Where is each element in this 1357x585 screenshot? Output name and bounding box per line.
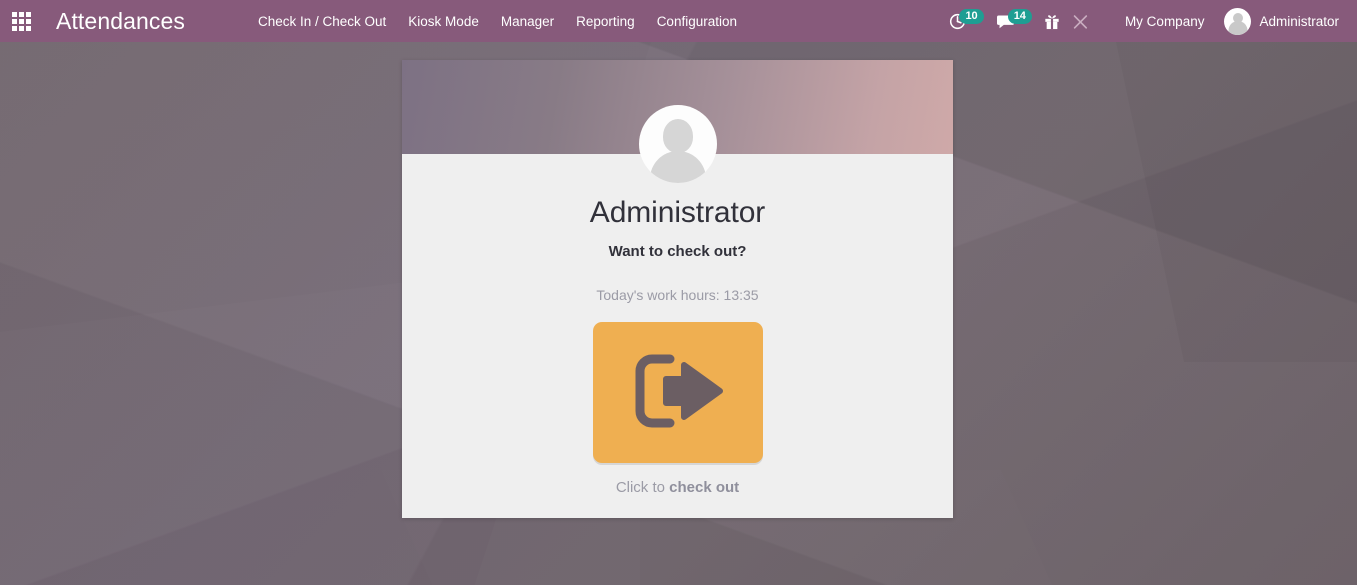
gift-icon bbox=[1044, 13, 1060, 30]
employee-name: Administrator bbox=[402, 196, 953, 229]
today-work-hours: Today's work hours: 13:35 bbox=[402, 287, 953, 303]
tools-icon bbox=[1072, 13, 1089, 30]
activities-count-badge: 10 bbox=[959, 9, 983, 24]
menu-check-in-check-out[interactable]: Check In / Check Out bbox=[247, 2, 397, 41]
activities-menu-button[interactable]: 10 bbox=[943, 0, 989, 42]
app-brand-title[interactable]: Attendances bbox=[42, 8, 189, 35]
check-out-hint: Click to check out bbox=[402, 479, 953, 496]
user-menu-label: Administrator bbox=[1259, 14, 1339, 29]
company-switcher[interactable]: My Company bbox=[1113, 2, 1217, 41]
messages-count-badge: 14 bbox=[1008, 9, 1032, 24]
employee-avatar-icon bbox=[639, 105, 717, 183]
gift-menu-button[interactable] bbox=[1038, 0, 1066, 42]
employee-avatar-wrapper bbox=[639, 105, 717, 183]
attendance-kiosk-card: Administrator Want to check out? Today's… bbox=[402, 60, 953, 518]
menu-manager[interactable]: Manager bbox=[490, 2, 565, 41]
main-menu: Check In / Check Out Kiosk Mode Manager … bbox=[247, 2, 748, 41]
apps-grid-icon bbox=[12, 12, 31, 31]
menu-reporting[interactable]: Reporting bbox=[565, 2, 646, 41]
kiosk-stage: Administrator Want to check out? Today's… bbox=[0, 42, 1357, 585]
messages-menu-button[interactable]: 14 bbox=[990, 0, 1038, 42]
user-avatar-icon bbox=[1224, 8, 1251, 35]
apps-menu-button[interactable] bbox=[0, 0, 42, 42]
user-menu[interactable]: Administrator bbox=[1216, 0, 1345, 42]
check-out-button[interactable] bbox=[593, 322, 763, 463]
check-out-prompt: Want to check out? bbox=[402, 243, 953, 260]
check-out-hint-action: check out bbox=[669, 479, 739, 496]
menu-configuration[interactable]: Configuration bbox=[646, 2, 748, 41]
sign-out-icon bbox=[626, 345, 730, 440]
menu-kiosk-mode[interactable]: Kiosk Mode bbox=[397, 2, 490, 41]
card-cover-banner bbox=[402, 60, 953, 154]
check-out-hint-prefix: Click to bbox=[616, 479, 669, 496]
systray: 10 14 bbox=[943, 0, 1347, 42]
developer-tools-button[interactable] bbox=[1066, 0, 1095, 42]
card-body: Administrator Want to check out? Today's… bbox=[402, 154, 953, 496]
top-navbar: Attendances Check In / Check Out Kiosk M… bbox=[0, 0, 1357, 42]
